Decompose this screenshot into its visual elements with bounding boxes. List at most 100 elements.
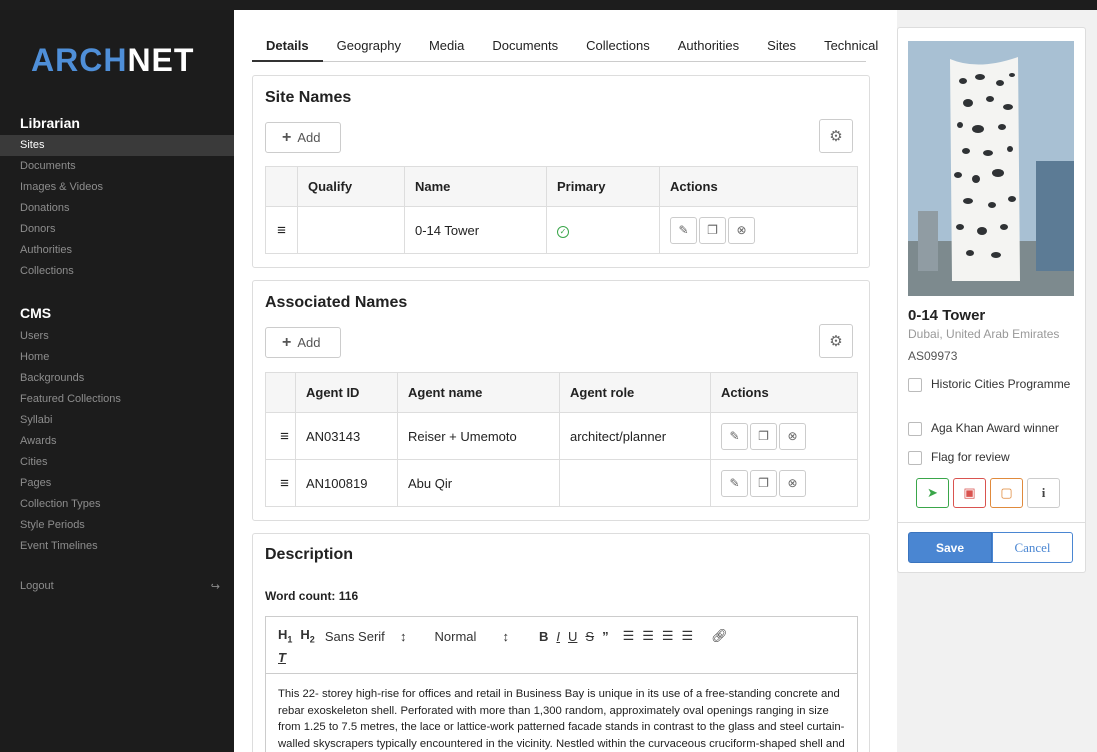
sidebar-item-collection-types[interactable]: Collection Types — [0, 494, 234, 515]
indent-icon[interactable]: ☰ — [682, 628, 694, 644]
column-header-primary: Primary — [546, 166, 660, 207]
lock-button[interactable]: ▣ — [953, 478, 986, 508]
table-header: Agent ID Agent name Agent role Actions — [265, 372, 858, 413]
drag-column-header — [265, 166, 298, 207]
rich-text-editor: H1 H2 Sans Serif ↕ Normal ↕ B I U S ” ☰ … — [265, 616, 858, 752]
sidebar-item-images-videos[interactable]: Images & Videos — [0, 177, 234, 198]
ordered-list-icon[interactable]: ☰ — [623, 628, 635, 644]
site-summary-card: 0-14 Tower Dubai, United Arab Emirates A… — [897, 27, 1086, 573]
save-button[interactable]: Save — [908, 532, 992, 563]
sidebar-item-users[interactable]: Users — [0, 326, 234, 347]
bullet-list-icon[interactable]: ☰ — [642, 628, 654, 644]
sidebar-item-donors[interactable]: Donors — [0, 219, 234, 240]
sidebar-item-home[interactable]: Home — [0, 347, 234, 368]
sidebar-item-cities[interactable]: Cities — [0, 452, 234, 473]
edit-icon[interactable]: ✎ — [721, 469, 748, 497]
check-circle-icon: ✓ — [557, 225, 569, 238]
cancel-button[interactable]: Cancel — [992, 532, 1073, 563]
actions-cell: ✎ ❐ ⊗ — [710, 412, 858, 460]
card-divider — [898, 522, 1085, 523]
checkbox-flag-review[interactable]: Flag for review — [908, 450, 1078, 465]
remove-icon[interactable]: ⊗ — [779, 469, 806, 497]
font-select[interactable]: Sans Serif ↕ — [325, 629, 407, 644]
remove-icon[interactable]: ⊗ — [779, 422, 806, 450]
associated-names-settings-button[interactable]: ⚙ — [819, 324, 853, 358]
agent-role-cell: architect/planner — [559, 412, 711, 460]
tab-documents[interactable]: Documents — [478, 34, 572, 62]
drag-handle-icon[interactable]: ≡ — [265, 412, 296, 460]
size-select[interactable]: Normal ↕ — [435, 629, 509, 644]
underline-icon[interactable]: U — [568, 629, 577, 644]
sidebar-item-pages[interactable]: Pages — [0, 473, 234, 494]
agent-name-cell: Reiser + Umemoto — [397, 412, 560, 460]
logout-link[interactable]: Logout ↪ — [20, 580, 220, 593]
drag-handle-icon[interactable]: ≡ — [265, 459, 296, 507]
tab-media[interactable]: Media — [415, 34, 478, 62]
sidebar-item-authorities[interactable]: Authorities — [0, 240, 234, 261]
checkbox-box[interactable] — [908, 378, 922, 392]
qualify-cell — [297, 206, 405, 254]
site-names-panel: Site Names + Add ⚙ Qualify Name Primary … — [252, 75, 870, 268]
description-title: Description — [265, 546, 354, 563]
toolbar-row: T — [278, 648, 845, 666]
remove-icon[interactable]: ⊗ — [728, 216, 755, 244]
copy-icon[interactable]: ❐ — [750, 469, 777, 497]
checkbox-historic-cities[interactable]: Historic Cities Programme — [908, 377, 1078, 392]
tab-bar: Details Geography Media Documents Collec… — [252, 34, 878, 62]
publish-button[interactable]: ➤ — [916, 478, 949, 508]
heading-1-button[interactable]: H1 — [278, 627, 292, 645]
checkbox-box[interactable] — [908, 451, 922, 465]
word-count: Word count: 116 — [265, 589, 359, 603]
link-icon[interactable]: 🔗︎ — [711, 628, 728, 644]
sidebar-item-collections[interactable]: Collections — [0, 261, 234, 282]
tab-collections[interactable]: Collections — [572, 34, 664, 62]
tab-details[interactable]: Details — [252, 34, 323, 62]
primary-cell: ✓ — [546, 206, 660, 254]
sidebar-item-backgrounds[interactable]: Backgrounds — [0, 368, 234, 389]
bold-icon[interactable]: B — [539, 629, 548, 644]
logo[interactable]: ARCHNET — [31, 42, 194, 79]
note-button[interactable]: ▢ — [990, 478, 1023, 508]
sidebar-item-event-timelines[interactable]: Event Timelines — [0, 536, 234, 557]
column-header-name: Name — [404, 166, 547, 207]
copy-icon[interactable]: ❐ — [699, 216, 726, 244]
checkbox-aga-khan-award[interactable]: Aga Khan Award winner — [908, 421, 1078, 436]
edit-icon[interactable]: ✎ — [721, 422, 748, 450]
card-action-buttons: ➤ ▣ ▢ i — [916, 478, 1060, 508]
quote-icon[interactable]: ” — [602, 629, 609, 644]
sidebar-item-donations[interactable]: Donations — [0, 198, 234, 219]
gear-icon: ⚙ — [829, 333, 843, 350]
checkbox-box[interactable] — [908, 422, 922, 436]
associated-names-add-button[interactable]: + Add — [265, 327, 341, 358]
tab-sites[interactable]: Sites — [753, 34, 810, 62]
sidebar-item-syllabi[interactable]: Syllabi — [0, 410, 234, 431]
sidebar-item-featured-collections[interactable]: Featured Collections — [0, 389, 234, 410]
tab-authorities[interactable]: Authorities — [664, 34, 753, 62]
name-cell: 0-14 Tower — [404, 206, 547, 254]
site-location: Dubai, United Arab Emirates — [908, 327, 1060, 341]
drag-handle-icon[interactable]: ≡ — [265, 206, 298, 254]
tab-geography[interactable]: Geography — [323, 34, 415, 62]
description-panel: Description Word count: 116 H1 H2 Sans S… — [252, 533, 870, 752]
checkbox-label: Historic Cities Programme — [931, 377, 1071, 391]
agent-id-cell: AN03143 — [295, 412, 398, 460]
site-photo[interactable] — [908, 41, 1074, 296]
plus-icon: + — [282, 333, 292, 351]
tab-technical[interactable]: Technical — [810, 34, 892, 62]
site-names-add-button[interactable]: + Add — [265, 122, 341, 153]
column-header-agent-role: Agent role — [559, 372, 711, 413]
description-text[interactable]: This 22- storey high-rise for offices an… — [266, 674, 857, 752]
edit-icon[interactable]: ✎ — [670, 216, 697, 244]
sidebar-item-style-periods[interactable]: Style Periods — [0, 515, 234, 536]
sidebar-item-sites[interactable]: Sites — [0, 135, 234, 156]
strikethrough-icon[interactable]: S — [585, 629, 594, 644]
sidebar-item-documents[interactable]: Documents — [0, 156, 234, 177]
outdent-icon[interactable]: ☰ — [662, 628, 674, 644]
italic-icon[interactable]: I — [556, 629, 560, 644]
site-names-settings-button[interactable]: ⚙ — [819, 119, 853, 153]
clear-format-icon[interactable]: T — [278, 650, 286, 665]
info-button[interactable]: i — [1027, 478, 1060, 508]
heading-2-button[interactable]: H2 — [300, 627, 314, 645]
sidebar-item-awards[interactable]: Awards — [0, 431, 234, 452]
copy-icon[interactable]: ❐ — [750, 422, 777, 450]
